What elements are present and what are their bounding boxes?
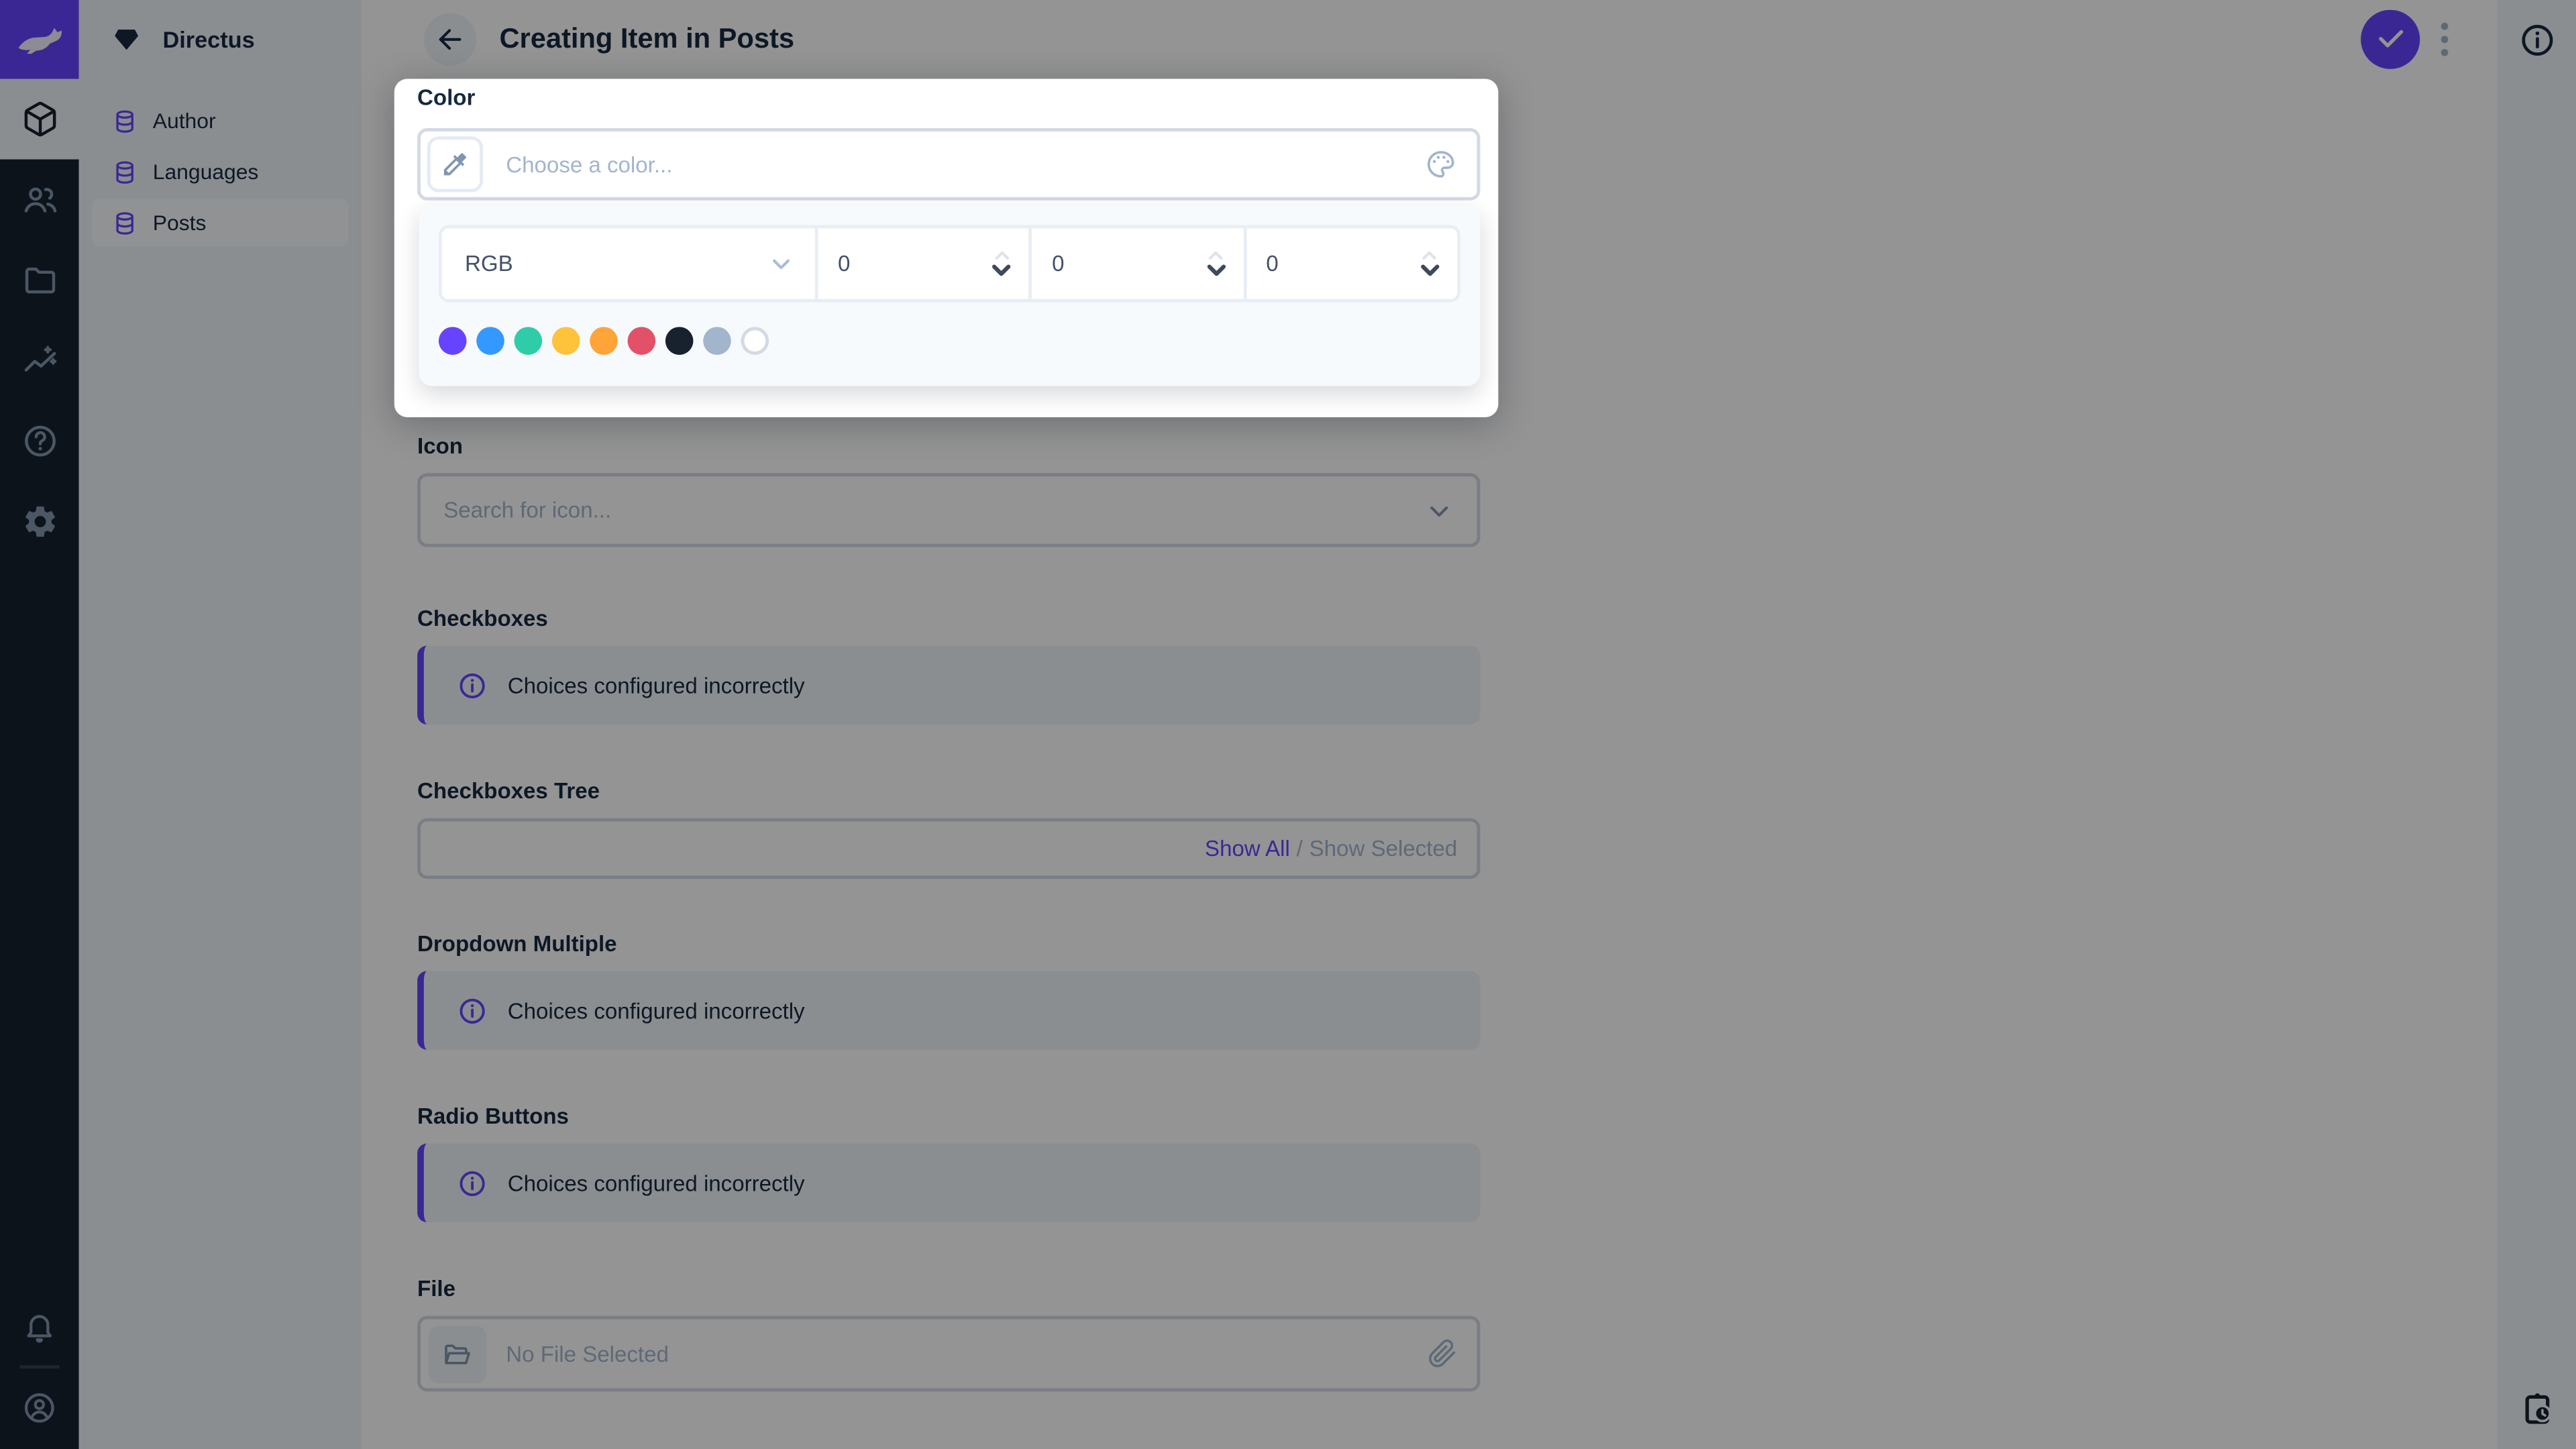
color-placeholder: Choose a color...	[506, 152, 673, 177]
app: Directus Author Languages Posts Creating…	[0, 0, 2576, 1449]
color-swatch[interactable]	[741, 327, 769, 355]
color-field-popup: Color Choose a color... RGB 0 0 0	[394, 78, 1499, 418]
color-swatch[interactable]	[551, 327, 580, 355]
chevron-down-icon	[767, 250, 796, 278]
number-stepper[interactable]	[1419, 250, 1441, 278]
number-stepper[interactable]	[991, 250, 1013, 278]
color-swatch[interactable]	[627, 327, 656, 355]
color-swatch[interactable]	[514, 327, 543, 355]
channel-value: 0	[1266, 251, 1279, 276]
color-swatch[interactable]	[665, 327, 694, 355]
color-picker-menu: RGB 0 0 0	[419, 205, 1481, 386]
color-mode-select[interactable]: RGB	[442, 228, 815, 299]
color-input[interactable]: Choose a color...	[417, 128, 1481, 201]
number-stepper[interactable]	[1205, 250, 1227, 278]
channel-value: 0	[837, 251, 851, 276]
color-mode-value: RGB	[465, 251, 513, 276]
eyedropper-icon	[440, 150, 470, 179]
color-swatch[interactable]	[438, 327, 467, 355]
color-swatch[interactable]	[590, 327, 618, 355]
color-swatch[interactable]	[703, 327, 731, 355]
color-swatch[interactable]	[476, 327, 504, 355]
channel-input-g[interactable]: 0	[1028, 228, 1243, 299]
swatch-row	[438, 327, 769, 355]
channel-value: 0	[1052, 251, 1065, 276]
channel-input-b[interactable]: 0	[1243, 228, 1457, 299]
color-value-group: RGB 0 0 0	[438, 225, 1461, 303]
field-label: Color	[417, 85, 476, 111]
eyedropper-button[interactable]	[427, 136, 484, 193]
palette-icon[interactable]	[1424, 148, 1457, 180]
channel-input-r[interactable]: 0	[814, 228, 1029, 299]
